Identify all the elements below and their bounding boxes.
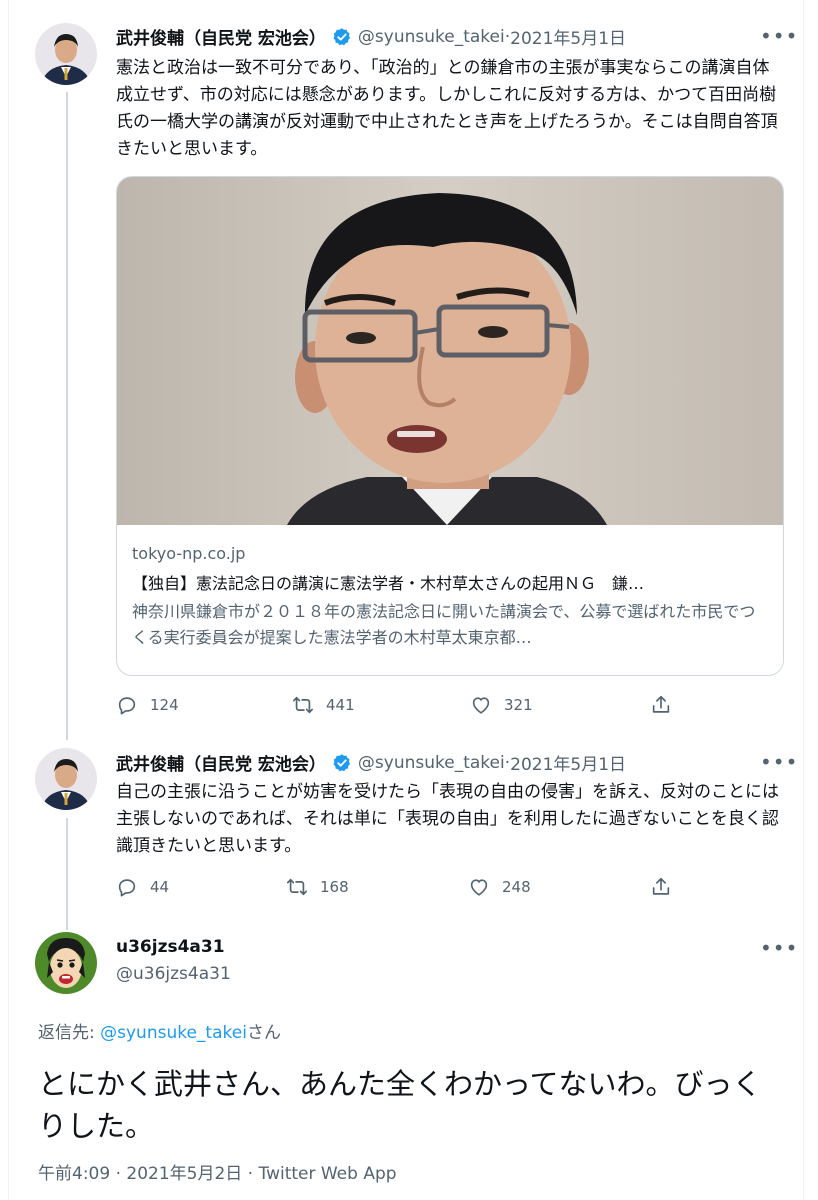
- heart-icon: [470, 879, 488, 896]
- author-handle[interactable]: @syunsuke_takei: [358, 753, 505, 773]
- more-options-icon[interactable]: •••: [760, 750, 798, 774]
- share-icon: [652, 695, 670, 713]
- replying-to: 返信先: @syunsuke_takeiさん: [38, 1018, 281, 1043]
- link-card[interactable]: tokyo-np.co.jp 【独自】憲法記念日の講演に憲法学者・木村草太さんの…: [116, 176, 784, 676]
- tweet-text: 憲法と政治は一致不可分であり、「政治的」との鎌倉市の主張が事実ならこの講演自体成…: [116, 58, 778, 159]
- card-title: 【独自】憲法記念日の講演に憲法学者・木村草太さんの起用ＮＧ 鎌…: [132, 574, 645, 593]
- card-body: tokyo-np.co.jp 【独自】憲法記念日の講演に憲法学者・木村草太さんの…: [132, 543, 768, 651]
- share-button[interactable]: [650, 694, 672, 716]
- tweet2-actions: 44 168 248: [116, 876, 672, 898]
- author-handle[interactable]: @syunsuke_takei: [358, 27, 505, 47]
- retweet-count: 441: [326, 696, 355, 714]
- retweet-icon: [287, 878, 307, 896]
- main-tweet-text: とにかく武井さん、あんた全くわかってないわ。びっくりした。: [38, 1067, 762, 1143]
- reply-count: 124: [150, 696, 179, 714]
- tweet-timestamp[interactable]: 午前4:09 · 2021年5月2日 · Twitter Web App: [38, 1159, 397, 1184]
- retweet-button[interactable]: 441: [292, 694, 470, 716]
- tweet-date[interactable]: 2021年5月1日: [510, 24, 626, 49]
- right-border: [803, 0, 804, 1200]
- like-count: 248: [502, 878, 531, 896]
- tweet1-header: 武井俊輔（自民党 宏池会） @syunsuke_takei · 2021年5月1…: [116, 24, 626, 50]
- card-domain: tokyo-np.co.jp: [132, 544, 246, 563]
- card-description: 神奈川県鎌倉市が２０１８年の憲法記念日に開いた講演会で、公募で選ばれた市民でつく…: [132, 602, 756, 647]
- tweet2-header: 武井俊輔（自民党 宏池会） @syunsuke_takei · 2021年5月1…: [116, 750, 626, 776]
- reply-count: 44: [150, 878, 170, 896]
- tweet-date[interactable]: 2021年5月1日: [510, 750, 626, 775]
- tweet1-actions: 124 441 321: [116, 694, 672, 716]
- retweet-icon: [293, 696, 313, 714]
- avatar[interactable]: [35, 748, 97, 810]
- reply-icon: [118, 879, 136, 897]
- verified-badge-icon: [333, 753, 350, 771]
- reply-icon: [118, 697, 136, 715]
- card-image: [117, 177, 783, 525]
- retweet-count: 168: [320, 878, 349, 896]
- more-options-icon[interactable]: •••: [760, 24, 798, 48]
- reply-target-link[interactable]: @syunsuke_takei: [100, 1023, 247, 1043]
- retweet-button[interactable]: 168: [286, 876, 468, 898]
- author-name[interactable]: 武井俊輔（自民党 宏池会）: [116, 750, 326, 775]
- more-options-icon[interactable]: •••: [760, 936, 798, 960]
- reply-button[interactable]: 124: [116, 694, 292, 716]
- like-button[interactable]: 321: [470, 694, 650, 716]
- reply-prefix: 返信先:: [38, 1023, 101, 1043]
- author-name[interactable]: u36jzs4a31: [116, 937, 225, 957]
- share-button[interactable]: [650, 876, 672, 898]
- heart-icon: [472, 697, 490, 714]
- share-icon: [652, 877, 670, 895]
- verified-badge-icon: [333, 27, 350, 45]
- reply-suffix: さん: [246, 1023, 281, 1043]
- thread-line-2: [66, 818, 68, 930]
- like-button[interactable]: 248: [468, 876, 650, 898]
- thread-line-1: [66, 92, 68, 740]
- left-border: [8, 0, 9, 1200]
- like-count: 321: [504, 696, 533, 714]
- tweet-text: 自己の主張に沿うことが妨害を受けたら「表現の自由の侵害」を訴え、反対のことには主…: [116, 782, 779, 856]
- author-name[interactable]: 武井俊輔（自民党 宏池会）: [116, 24, 326, 49]
- author-handle[interactable]: @u36jzs4a31: [116, 964, 231, 984]
- avatar[interactable]: [35, 23, 97, 85]
- reply-button[interactable]: 44: [116, 876, 286, 898]
- avatar[interactable]: [35, 932, 97, 994]
